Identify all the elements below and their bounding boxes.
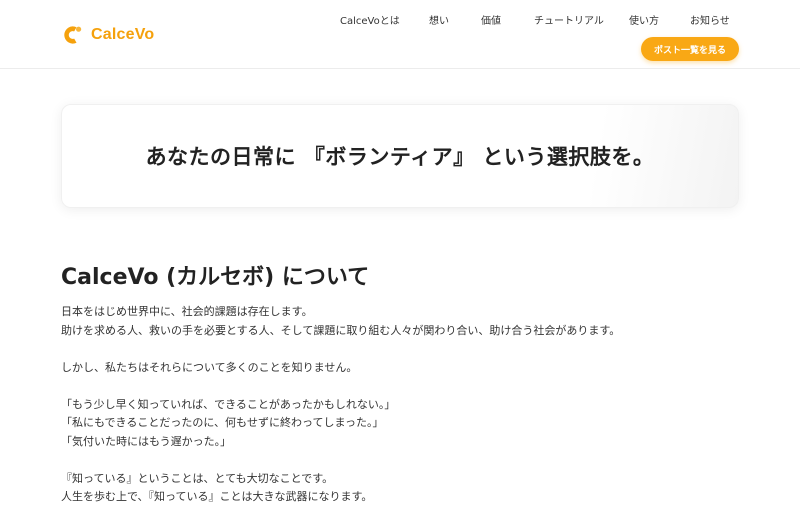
body-line: 「もう少し早く知っていれば、できることがあったかもしれない。」 xyxy=(61,397,396,411)
hero-card: あなたの日常に 『ボランティア』 という選択肢を。 xyxy=(61,104,739,208)
calcevo-logo-icon xyxy=(64,26,82,44)
site-header: CalceVo CalceVoとは 想い 価値 チュートリアル 使い方 お知らせ… xyxy=(0,0,800,69)
body-line: 助けを求める人、救いの手を必要とする人、そして課題に取り組む人々が関わり合い、助… xyxy=(61,323,621,337)
view-posts-button[interactable]: ポスト一覧を見る xyxy=(641,37,739,61)
logo-text: CalceVo xyxy=(91,26,155,43)
nav-item-value[interactable]: 価値 xyxy=(481,12,501,27)
body-line: 日本をはじめ世界中に、社会的課題は存在します。 xyxy=(61,305,313,318)
hero-tagline: あなたの日常に 『ボランティア』 という選択肢を。 xyxy=(145,145,655,169)
body-line: 人生を歩む上で、『知っている』ことは大きな武器になります。 xyxy=(61,490,373,503)
body-line: 「私にもできることだったのに、何もせずに終わってしまった。」 xyxy=(61,416,384,429)
body-line: 「気付いた時にはもう遅かった。」 xyxy=(61,434,232,448)
nav-item-thoughts[interactable]: 想い xyxy=(429,12,449,27)
about-section-title: CalceVo (カルセボ) について xyxy=(61,265,370,290)
nav-item-about[interactable]: CalceVoとは xyxy=(340,12,400,27)
nav-item-news[interactable]: お知らせ xyxy=(690,12,730,27)
logo[interactable]: CalceVo xyxy=(62,24,154,46)
body-line: しかし、私たちはそれらについて多くのことを知りません。 xyxy=(61,360,358,374)
nav-item-tutorial[interactable]: チュートリアル xyxy=(534,12,604,27)
body-line: 『知っている』ということは、とても大切なことです。 xyxy=(61,471,334,485)
main-nav: CalceVoとは 想い 価値 チュートリアル 使い方 お知らせ xyxy=(0,12,800,27)
about-body: 日本をはじめ世界中に、社会的課題は存在します。 助けを求める人、救いの手を必要と… xyxy=(61,303,751,507)
nav-item-usage[interactable]: 使い方 xyxy=(629,12,659,27)
